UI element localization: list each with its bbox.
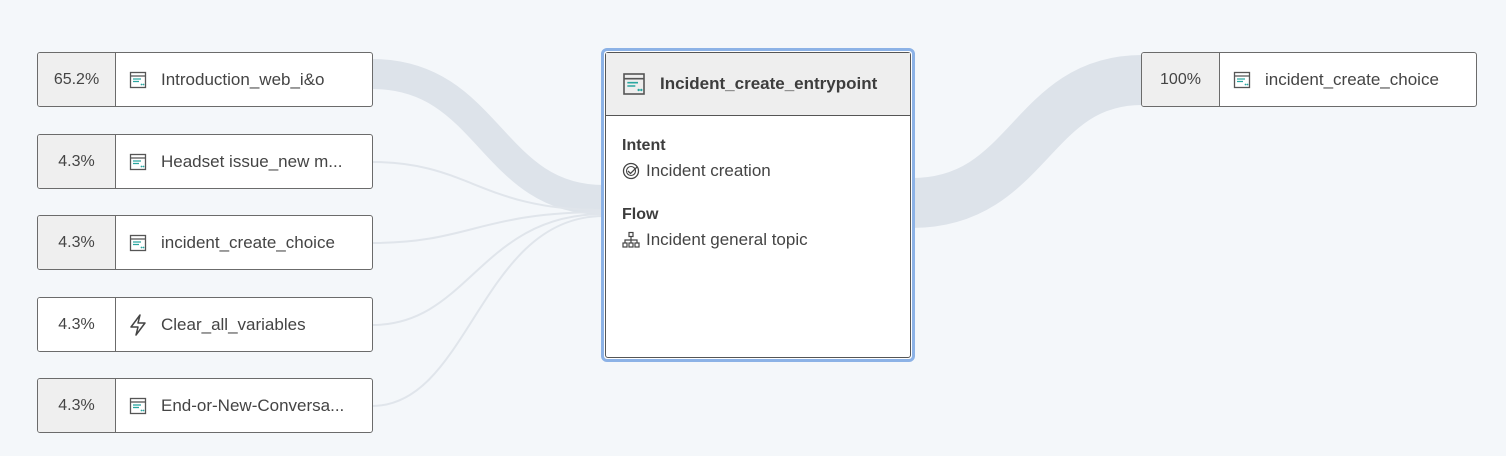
source-node-introduction[interactable]: 65.2% Introduction_web_i&o bbox=[37, 52, 373, 107]
source-label: Clear_all_variables bbox=[161, 314, 306, 334]
flow-value: Incident general topic bbox=[646, 230, 808, 249]
source-node-clear-variables[interactable]: 4.3% Clear_all_variables bbox=[37, 297, 373, 352]
source-percent: 4.3% bbox=[38, 135, 116, 188]
topic-node-icon bbox=[622, 72, 646, 96]
source-percent: 65.2% bbox=[38, 53, 116, 106]
source-label: Headset issue_new m... bbox=[161, 151, 343, 171]
source-percent: 4.3% bbox=[38, 298, 116, 351]
topic-node-icon bbox=[1232, 70, 1252, 90]
target-label: incident_create_choice bbox=[1265, 69, 1439, 89]
topic-node-icon bbox=[128, 152, 148, 172]
source-label: Introduction_web_i&o bbox=[161, 69, 325, 89]
flow-band-introduction bbox=[371, 59, 605, 215]
selected-topic-node[interactable]: Incident_create_entrypoint Intent Incide… bbox=[601, 48, 915, 362]
intent-check-icon bbox=[622, 162, 640, 180]
source-label: End-or-New-Conversa... bbox=[161, 395, 345, 415]
intent-value: Incident creation bbox=[646, 161, 771, 180]
source-node-incident-choice[interactable]: 4.3% incident_create_choice bbox=[37, 215, 373, 270]
source-node-end-conversation[interactable]: 4.3% End-or-New-Conversa... bbox=[37, 378, 373, 433]
hierarchy-icon bbox=[622, 231, 640, 249]
target-percent: 100% bbox=[1142, 53, 1220, 106]
flow-caption: Flow bbox=[622, 206, 659, 223]
topic-node-icon bbox=[128, 396, 148, 416]
lightning-icon bbox=[128, 313, 148, 336]
selected-node-title: Incident_create_entrypoint bbox=[660, 74, 878, 93]
intent-section: Intent Incident creation bbox=[622, 137, 771, 181]
flow-line-clear-variables bbox=[371, 213, 605, 326]
source-node-headset[interactable]: 4.3% Headset issue_new m... bbox=[37, 134, 373, 189]
flow-line-end-conversation bbox=[371, 215, 605, 407]
selected-node-header: Incident_create_entrypoint bbox=[606, 53, 910, 116]
source-label: incident_create_choice bbox=[161, 232, 335, 252]
intent-caption: Intent bbox=[622, 137, 666, 154]
source-percent: 4.3% bbox=[38, 379, 116, 432]
flow-band-output bbox=[910, 55, 1144, 228]
topic-node-icon bbox=[128, 70, 148, 90]
flow-section: Flow Incident general topic bbox=[622, 206, 808, 250]
source-percent: 4.3% bbox=[38, 216, 116, 269]
target-node-incident-choice[interactable]: 100% incident_create_choice bbox=[1141, 52, 1477, 107]
flow-line-incident-choice bbox=[371, 211, 605, 244]
flow-line-headset bbox=[371, 161, 605, 211]
topic-node-icon bbox=[128, 233, 148, 253]
